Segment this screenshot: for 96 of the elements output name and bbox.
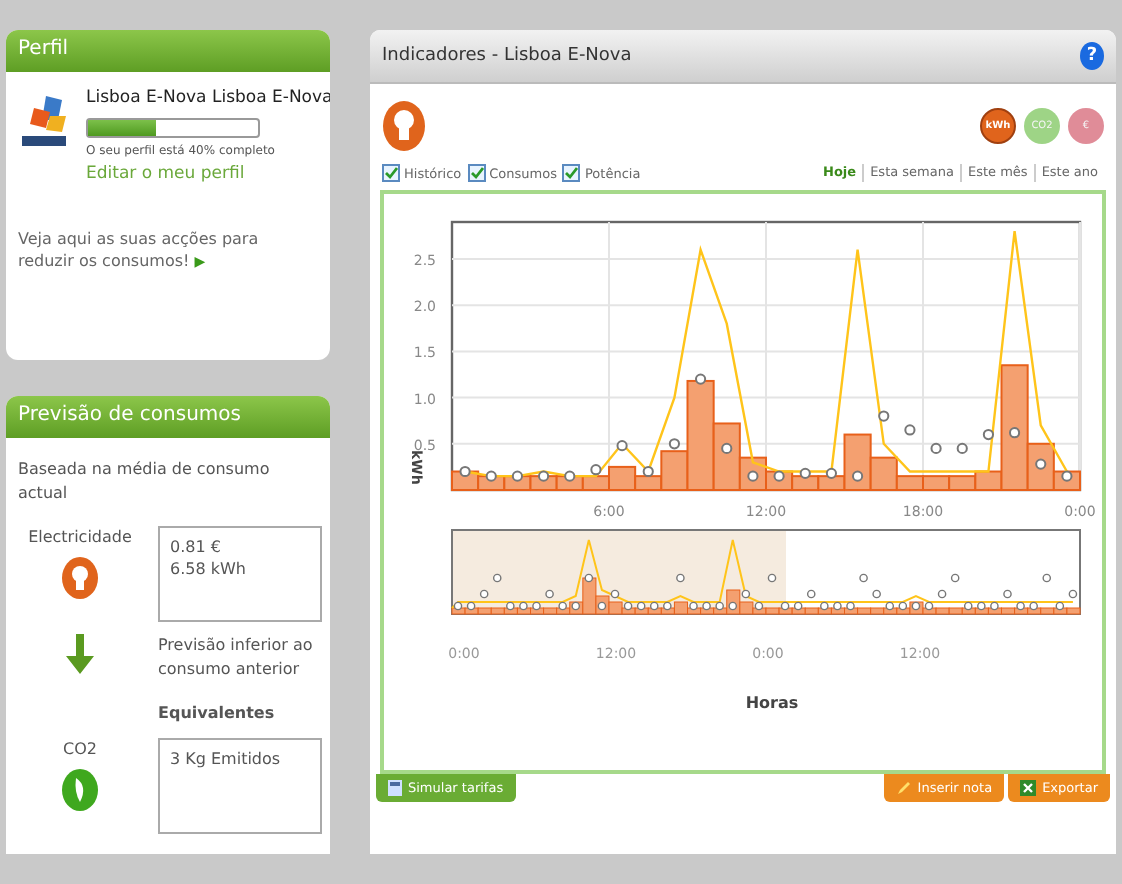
- overview-point: [571, 601, 581, 611]
- x-axis-label: Horas: [745, 694, 799, 712]
- overview-point: [820, 601, 829, 611]
- history-point: [511, 470, 523, 482]
- overview-point: [545, 589, 554, 599]
- overview-point: [780, 601, 790, 611]
- history-point: [590, 464, 602, 476]
- overview-point: [636, 601, 646, 611]
- overview-point: [1003, 589, 1012, 599]
- overview-point: [702, 601, 711, 611]
- overview-point: [597, 601, 607, 611]
- overview-point: [676, 573, 685, 583]
- equivalents-heading: Equivalentes: [158, 702, 277, 726]
- overview-point: [1055, 601, 1065, 611]
- overview-point: [715, 601, 724, 611]
- pencil-icon: [895, 780, 912, 796]
- history-point: [695, 373, 707, 385]
- history-point: [878, 410, 890, 422]
- overview-point: [506, 601, 515, 611]
- calculator-icon: [388, 780, 402, 796]
- overview-point: [1016, 601, 1025, 611]
- history-point: [1035, 458, 1047, 470]
- history-point: [1009, 427, 1021, 439]
- overview-point: [872, 589, 881, 599]
- history-point: [485, 470, 497, 482]
- history-point: [459, 465, 471, 478]
- overview-point: [793, 601, 803, 611]
- down-arrow-icon: [64, 634, 96, 674]
- overview-point: [623, 601, 633, 611]
- history-point: [982, 428, 994, 441]
- overview-point: [911, 601, 921, 611]
- overview-point: [1042, 573, 1052, 583]
- overview-point: [453, 601, 463, 611]
- overview-point: [532, 601, 541, 611]
- overview-point: [898, 601, 908, 611]
- electricity-forecast-box: 0.81 € 6.58 kWh: [158, 526, 322, 622]
- help-button[interactable]: ?: [1080, 42, 1104, 70]
- history-point: [721, 442, 733, 454]
- overview-point: [924, 601, 934, 611]
- checkbox[interactable]: [382, 164, 400, 182]
- history-point: [930, 442, 942, 454]
- overview-point: [885, 601, 895, 611]
- overview-point: [963, 601, 973, 611]
- leaf-icon: [60, 768, 100, 812]
- history-point: [799, 467, 811, 479]
- history-point: [956, 442, 968, 454]
- co2-forecast-box: 3 Kg Emitidos: [158, 738, 322, 834]
- overview-point: [466, 601, 476, 611]
- overview-point: [558, 601, 567, 611]
- history-point: [564, 470, 576, 482]
- history-point: [825, 467, 837, 479]
- checkbox[interactable]: [467, 164, 486, 182]
- overview-point: [859, 573, 868, 583]
- spreadsheet-icon: [1020, 780, 1037, 796]
- history-point: [1061, 470, 1073, 482]
- overview-point: [937, 589, 947, 599]
- history-point: [642, 465, 654, 478]
- logo-icon: [18, 92, 70, 152]
- card-title: Perfil: [6, 30, 330, 72]
- lightbulb-icon: [60, 556, 100, 600]
- overview-point: [741, 589, 751, 599]
- overview-point: [610, 589, 620, 599]
- history-point: [668, 438, 680, 450]
- overview-point: [728, 601, 738, 611]
- co2-label: CO2: [63, 738, 97, 762]
- forecast-intro: Baseada na média de consumo actual: [18, 458, 272, 506]
- overview-point: [649, 601, 659, 611]
- overview-point: [1068, 589, 1078, 599]
- overview-point: [663, 601, 672, 611]
- overview-point: [977, 601, 986, 611]
- history-point: [773, 470, 785, 482]
- overview-point: [754, 601, 764, 611]
- overview-point: [584, 573, 594, 583]
- electricity-label: Electricidade: [28, 526, 132, 550]
- trend-text: Previsão inferior ao consumo anterior: [158, 634, 315, 682]
- overview-point: [519, 601, 528, 611]
- history-point: [538, 470, 550, 482]
- checkbox[interactable]: [562, 164, 581, 182]
- edit-profile-link[interactable]: Editar o meu perfil: [86, 164, 245, 184]
- overview-point: [492, 573, 502, 583]
- history-point: [904, 424, 916, 436]
- overview-point: [950, 573, 960, 583]
- history-point: [852, 470, 864, 482]
- overview-point: [689, 601, 698, 611]
- overview-point: [990, 601, 999, 611]
- card-title: Previsão de consumos: [6, 396, 330, 438]
- lightbulb-icon: [382, 100, 426, 152]
- overview-point: [479, 589, 489, 599]
- overview-point: [833, 601, 842, 611]
- overview-point: [767, 573, 777, 583]
- history-point: [616, 440, 628, 452]
- panel-title: Indicadores - Lisboa E-Nova: [382, 46, 632, 66]
- overview-point: [806, 589, 816, 599]
- overview-point: [1029, 601, 1038, 611]
- overview-point: [846, 601, 855, 611]
- history-point: [747, 470, 759, 482]
